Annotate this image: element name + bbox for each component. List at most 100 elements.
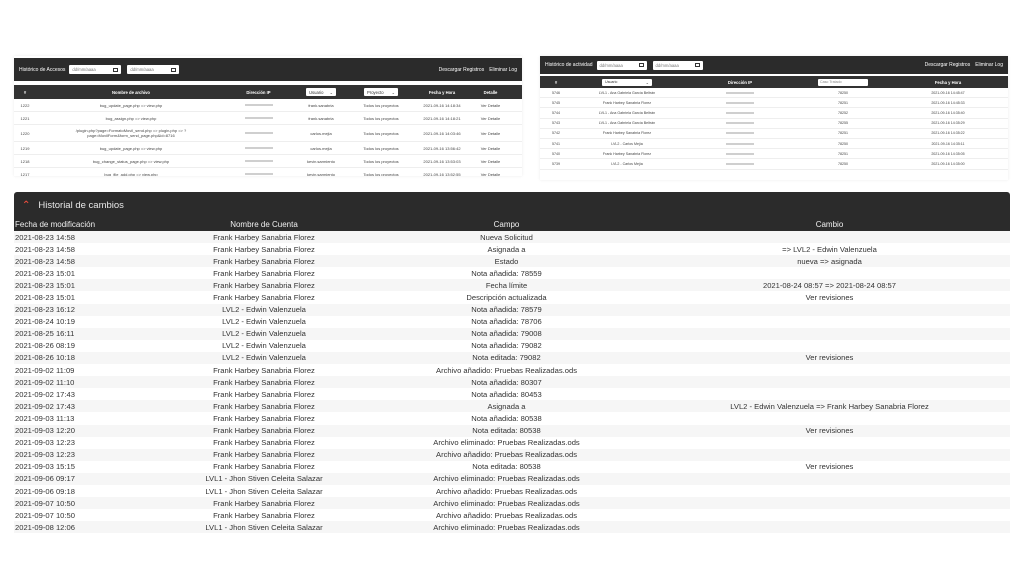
row-case: 78250 — [838, 141, 848, 146]
row-field: Nueva Solicitud — [480, 232, 533, 242]
row-project: Todos los proyectos — [363, 130, 399, 136]
row-modified-date: 2021-08-25 16:11 — [15, 329, 75, 339]
access-date-to-input[interactable]: dd/mm/aaaa — [127, 65, 180, 74]
history-header-bar[interactable]: ⌃ Historial de cambios — [14, 192, 1010, 218]
access-history-panel: Histórico de Accesos dd/mm/aaaa dd/mm/aa… — [14, 56, 522, 176]
row-ip — [226, 172, 291, 177]
row-user: LVL2 - Carlos Mejía — [611, 161, 643, 166]
table-row: 1221 bug_assign.php => view.php frank.sana… — [14, 112, 522, 125]
row-ip — [682, 152, 798, 156]
row-datetime: 2021-09-16 14:18:21 — [423, 115, 461, 121]
row-modified-date: 2021-09-07 10:50 — [15, 510, 75, 520]
row-account-name: Frank Harbey Sanabria Florez — [213, 268, 315, 278]
row-modified-date: 2021-09-03 15:15 — [15, 462, 75, 472]
row-id: 5739 — [552, 161, 560, 166]
row-modified-date: 2021-08-23 15:01 — [15, 280, 75, 290]
redacted-ip — [726, 142, 754, 145]
table-row: 5745 Frank Harbey Sanabria Florez 78251 202… — [540, 98, 1008, 109]
table-row: 2021-08-23 14:58 Frank Harbey Sanabria Fl… — [14, 255, 1010, 268]
row-account-name: LVL1 - Jhon Stiven Celeita Salazar — [205, 522, 323, 532]
row-id: 1218 — [20, 158, 30, 164]
calendar-icon[interactable] — [171, 67, 177, 72]
activity-delete-log-button[interactable]: Eliminar Log — [975, 62, 1003, 68]
row-datetime: 2021-09-16 13:53:03 — [423, 158, 461, 164]
activity-date-from-input[interactable]: dd/mm/aaaa — [596, 60, 647, 70]
row-field: Nota añadida: 80307 — [471, 377, 542, 387]
row-field: Nota añadida: 80538 — [471, 413, 542, 423]
row-project: Todos los proyectos — [363, 158, 399, 164]
row-id: 5745 — [552, 100, 560, 105]
calendar-icon[interactable] — [694, 63, 700, 67]
chevron-down-icon: ⌄ — [645, 79, 649, 85]
row-case: 78252 — [838, 110, 848, 115]
row-user: Frank Harbey Sanabria Florez — [602, 131, 652, 136]
row-account-name: LVL2 - Edwin Valenzuela — [222, 329, 306, 339]
user-filter-select[interactable]: Usuario ⌄ — [306, 88, 336, 96]
row-account-name: Frank Harbey Sanabria Florez — [213, 280, 315, 290]
access-download-button[interactable]: Descargar Registros — [439, 67, 485, 73]
view-revisions-link[interactable]: Ver revisiones — [649, 462, 1010, 471]
activity-date-to-input[interactable]: dd/mm/aaaa — [652, 60, 703, 70]
calendar-icon[interactable] — [638, 63, 644, 67]
redacted-ip — [726, 122, 754, 125]
redacted-ip — [726, 162, 754, 165]
row-filename: bug_update_page.php => view.php — [99, 145, 163, 151]
row-id: 1221 — [20, 115, 30, 121]
table-row: 5739 LVL2 - Carlos Mejía 78250 2021-09-16 1… — [540, 159, 1008, 170]
col-user: Usuario ⌄ — [572, 78, 682, 86]
redacted-ip — [244, 117, 273, 120]
row-id: 5740 — [552, 151, 560, 156]
row-account-name: Frank Harbey Sanabria Florez — [213, 462, 315, 472]
row-account-name: Frank Harbey Sanabria Florez — [213, 389, 315, 399]
row-id: 5741 — [552, 141, 560, 146]
view-detail-link[interactable]: Ver Detalle — [473, 131, 508, 136]
row-ip — [226, 103, 291, 108]
activity-download-button[interactable]: Descargar Registros — [925, 62, 971, 68]
row-datetime: 2021-09-16 14:18:34 — [423, 102, 461, 108]
table-row: 2021-08-23 14:58 Frank Harbey Sanabria Fl… — [14, 231, 1010, 244]
user-filter-select[interactable]: Usuario ⌄ — [602, 78, 652, 86]
redacted-ip — [244, 104, 273, 107]
row-datetime: 2021-09-16 13:56:42 — [423, 145, 461, 151]
row-user: carlos.mejia — [310, 130, 332, 136]
view-detail-link[interactable]: Ver Detalle — [473, 172, 508, 177]
view-detail-link[interactable]: Ver Detalle — [473, 116, 508, 121]
row-account-name: Frank Harbey Sanabria Florez — [213, 413, 315, 423]
row-modified-date: 2021-08-23 15:01 — [15, 293, 75, 303]
row-change: nueva => asignada — [797, 256, 862, 266]
row-ip — [226, 159, 291, 164]
calendar-icon[interactable] — [113, 67, 119, 72]
view-revisions-link[interactable]: Ver revisiones — [649, 293, 1010, 302]
project-filter-select[interactable]: Proyecto ⌄ — [364, 88, 398, 96]
access-delete-log-button[interactable]: Eliminar Log — [489, 67, 517, 73]
view-revisions-link[interactable]: Ver revisiones — [649, 426, 1010, 435]
row-modified-date: 2021-09-03 12:23 — [15, 450, 75, 460]
col-project: Proyecto ⌄ — [351, 88, 411, 96]
row-id: 1220 — [20, 130, 30, 136]
view-detail-link[interactable]: Ver Detalle — [473, 146, 508, 151]
view-revisions-link[interactable]: Ver revisiones — [649, 353, 1010, 362]
view-detail-link[interactable]: Ver Detalle — [473, 103, 508, 108]
table-row: 1219 bug_update_page.php => view.php carlo… — [14, 142, 522, 155]
col-field: Campo — [493, 220, 520, 229]
chevron-up-icon[interactable]: ⌃ — [22, 200, 30, 211]
row-account-name: Frank Harbey Sanabria Florez — [213, 426, 315, 436]
row-project: Todos los proyectos — [363, 115, 399, 121]
row-case: 78255 — [838, 121, 848, 126]
view-detail-link[interactable]: Ver Detalle — [473, 159, 508, 164]
row-project: Todos los proyectos — [363, 102, 399, 108]
table-row: 2021-09-02 11:10 Frank Harbey Sanabria Fl… — [14, 376, 1010, 389]
table-row: 1218 bug_change_status_page.php => view.p… — [14, 155, 522, 168]
row-account-name: Frank Harbey Sanabria Florez — [213, 377, 315, 387]
row-filename: bug_update_page.php => view.php — [99, 102, 163, 108]
case-filter-input[interactable]: Caso Tratado — [818, 78, 868, 86]
row-field: Asignada a — [487, 401, 526, 411]
col-filename: Nombre de archivo — [112, 89, 150, 95]
row-field: Nota añadida: 78579 — [471, 305, 542, 315]
row-case: 78251 — [838, 100, 848, 105]
access-date-from-input[interactable]: dd/mm/aaaa — [69, 65, 122, 74]
row-modified-date: 2021-09-03 12:20 — [15, 426, 75, 436]
access-table-header: # Nombre de archivo Dirección IP Usuario… — [14, 85, 522, 99]
row-change: 2021-08-24 08:57 => 2021-08-24 08:57 — [762, 280, 896, 290]
access-toolbar: Histórico de Accesos dd/mm/aaaa dd/mm/aa… — [14, 58, 522, 81]
